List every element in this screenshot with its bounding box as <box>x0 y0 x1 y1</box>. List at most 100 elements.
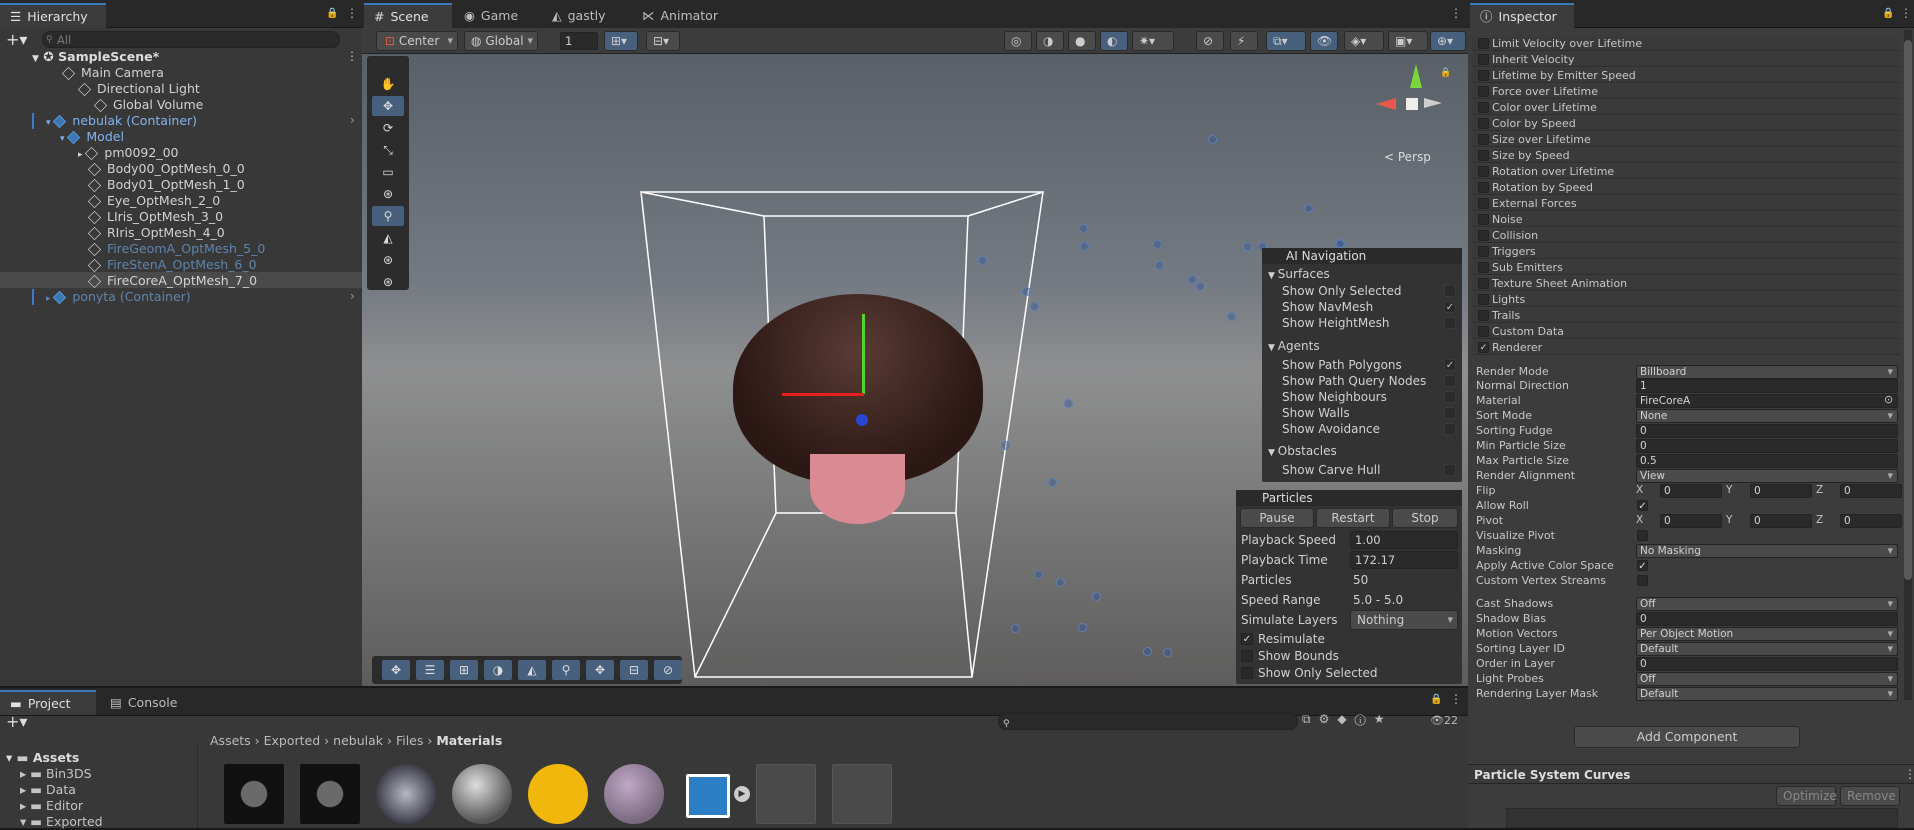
module-enable-checkbox[interactable] <box>1478 278 1489 289</box>
asset-thumbnail[interactable] <box>376 764 436 824</box>
add-button[interactable]: +▾ <box>6 30 27 49</box>
restart-button[interactable]: Restart <box>1316 508 1390 528</box>
show-only-selected-checkbox[interactable] <box>1444 285 1456 297</box>
translate-gizmo-center[interactable] <box>856 414 868 426</box>
module-collision[interactable]: Collision <box>1472 228 1900 243</box>
particle-overlay-tool-icon[interactable]: ⊞ <box>450 660 478 680</box>
agents-header[interactable]: ▼ Agents <box>1268 338 1320 354</box>
module-sub-emitters[interactable]: Sub Emitters <box>1472 260 1900 275</box>
wireframe-shading-button[interactable]: ◎ <box>1004 31 1032 51</box>
module-enable-checkbox[interactable] <box>1478 310 1489 321</box>
tree-item-bin3ds[interactable]: ▸ ▬ Bin3DS <box>20 766 92 782</box>
pivot-dropdown[interactable]: ⊡ Center <box>376 31 458 51</box>
asset-thumbnail[interactable] <box>528 764 588 824</box>
chevron-icon[interactable]: ▸ <box>78 150 85 160</box>
lock-icon[interactable]: 🔒 <box>326 8 338 19</box>
prop-field[interactable]: 1 <box>1636 379 1898 393</box>
module-rotation-by-speed[interactable]: Rotation by Speed <box>1472 180 1900 195</box>
chevron-icon[interactable]: ▸ <box>46 294 53 304</box>
module-renderer[interactable]: ✓ Renderer <box>1472 340 1900 355</box>
breadcrumb-files[interactable]: Files <box>396 733 423 748</box>
object-picker-icon[interactable]: ⊙ <box>1884 393 1893 406</box>
module-enable-checkbox[interactable] <box>1478 134 1489 145</box>
hand-tool-icon[interactable]: ✋ <box>372 74 404 94</box>
particle-overlay-tool-icon[interactable]: ⚲ <box>552 660 580 680</box>
breadcrumb-materials[interactable]: Materials <box>436 733 502 748</box>
hierarchy-item-main-camera[interactable]: Main Camera <box>61 65 164 81</box>
particle-system-curves-header[interactable]: Particle System Curves <box>1468 764 1914 784</box>
module-texture-sheet-animation[interactable]: Texture Sheet Animation <box>1472 276 1900 291</box>
show-carve-hull-checkbox[interactable] <box>1444 464 1456 476</box>
optimize-button[interactable]: Optimize <box>1776 786 1837 806</box>
vector-field[interactable]: 0 <box>1660 484 1722 498</box>
module-size-over-lifetime[interactable]: Size over Lifetime <box>1472 132 1900 147</box>
tab-console[interactable]: ▤ Console <box>100 690 187 715</box>
tree-item-data[interactable]: ▸ ▬ Data <box>20 782 76 798</box>
module-external-forces[interactable]: External Forces <box>1472 196 1900 211</box>
module-noise[interactable]: Noise <box>1472 212 1900 227</box>
module-rotation-over-lifetime[interactable]: Rotation over Lifetime <box>1472 164 1900 179</box>
scene-kebab-icon[interactable]: ⋮ <box>346 49 358 63</box>
module-size-by-speed[interactable]: Size by Speed <box>1472 148 1900 163</box>
translate-gizmo-y[interactable] <box>862 314 865 394</box>
show-neighbours-checkbox[interactable] <box>1444 391 1456 403</box>
prop-field[interactable]: 0.5 <box>1636 454 1898 468</box>
module-enable-checkbox[interactable] <box>1478 326 1489 337</box>
tab-hierarchy[interactable]: ☰ Hierarchy <box>0 3 106 28</box>
tab-inspector[interactable]: ⓘ Inspector <box>1470 3 1574 28</box>
vector-field[interactable]: 0 <box>1840 514 1902 528</box>
show-heightmesh-checkbox[interactable] <box>1444 317 1456 329</box>
asset-thumbnail[interactable] <box>832 764 892 824</box>
vector-field[interactable]: 0 <box>1750 514 1812 528</box>
prop-dropdown[interactable]: Default <box>1636 687 1898 701</box>
lock-icon[interactable]: 🔒 <box>1440 68 1451 78</box>
hierarchy-item-eye-optmesh[interactable]: Eye_OptMesh_2_0 <box>87 193 220 209</box>
show-bounds-checkbox[interactable] <box>1241 650 1253 662</box>
prop-checkbox[interactable] <box>1637 575 1648 586</box>
prop-dropdown[interactable]: None <box>1636 409 1898 423</box>
2d-toggle-button[interactable]: ⊘ <box>1196 31 1224 51</box>
hierarchy-search-input[interactable]: ⚲ All <box>42 31 340 48</box>
visibility-button[interactable]: 👁 <box>1310 31 1338 51</box>
play-icon[interactable]: ▶ <box>734 786 750 802</box>
particle-overlay-tool-icon[interactable]: ⊘ <box>654 660 682 680</box>
resimulate-checkbox[interactable]: ✓ <box>1241 633 1253 645</box>
hierarchy-item-riris-optmesh[interactable]: RIris_OptMesh_4_0 <box>87 225 225 241</box>
module-force-over-lifetime[interactable]: Force over Lifetime <box>1472 84 1900 99</box>
module-limit-velocity-over-lifetime[interactable]: Limit Velocity over Lifetime <box>1472 36 1900 51</box>
module-enable-checkbox[interactable] <box>1478 262 1489 273</box>
stop-button[interactable]: Stop <box>1392 508 1458 528</box>
prop-field[interactable]: 0 <box>1636 424 1898 438</box>
rotate-tool-icon[interactable]: ⟳ <box>372 118 404 138</box>
module-enable-checkbox[interactable] <box>1478 38 1489 49</box>
show-walls-checkbox[interactable] <box>1444 407 1456 419</box>
module-lights[interactable]: Lights <box>1472 292 1900 307</box>
prop-dropdown[interactable]: Billboard <box>1636 365 1898 379</box>
debug-draw-button[interactable]: ✷▾ <box>1132 31 1174 51</box>
module-enable-checkbox[interactable] <box>1478 118 1489 129</box>
prop-field[interactable]: FireCoreA <box>1636 394 1898 408</box>
module-enable-checkbox[interactable]: ✓ <box>1478 342 1489 353</box>
rect-tool-icon[interactable]: ▭ <box>372 162 404 182</box>
module-lifetime-by-emitter-speed[interactable]: Lifetime by Emitter Speed <box>1472 68 1900 83</box>
breadcrumb-assets[interactable]: Assets <box>210 733 251 748</box>
scene-tab-kebab-icon[interactable]: ⋮ <box>1450 6 1462 20</box>
obstacles-header[interactable]: ▼ Obstacles <box>1268 443 1337 459</box>
tab-animator[interactable]: ⋉ Animator <box>632 3 728 28</box>
module-custom-data[interactable]: Custom Data <box>1472 324 1900 339</box>
custom-tool-icon[interactable]: ⊛ <box>372 250 404 270</box>
shaded-wireframe-button[interactable]: ◑ <box>1036 31 1064 51</box>
layers-button[interactable]: ◈▾ <box>1344 31 1384 51</box>
prop-dropdown[interactable]: Off <box>1636 597 1898 611</box>
hierarchy-item-firegeoma-optmesh[interactable]: FireGeomA_OptMesh_5_0 <box>87 241 265 257</box>
tab-gastly[interactable]: ◭ gastly <box>542 3 616 28</box>
custom-tool-icon[interactable]: ⊛ <box>372 272 404 292</box>
hierarchy-item-firecorea-optmesh[interactable]: FireCoreA_OptMesh_7_0 <box>87 273 257 289</box>
prefab-thumbnail[interactable] <box>686 774 730 818</box>
asset-thumbnail[interactable] <box>756 764 816 824</box>
surfaces-header[interactable]: ▼ Surfaces <box>1268 266 1330 282</box>
module-color-by-speed[interactable]: Color by Speed <box>1472 116 1900 131</box>
space-dropdown[interactable]: ◍ Global <box>464 31 538 51</box>
module-enable-checkbox[interactable] <box>1478 150 1489 161</box>
hierarchy-item-ponyta-container[interactable]: ▸ ponyta (Container) <box>46 289 191 305</box>
